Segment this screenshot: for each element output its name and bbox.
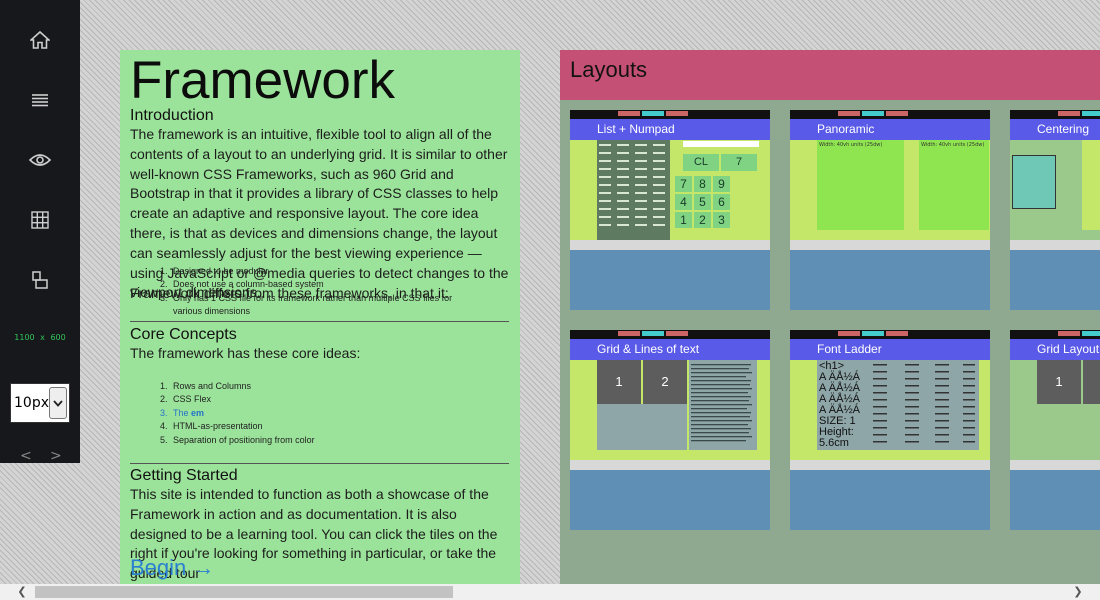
side-panel bbox=[1082, 140, 1100, 230]
home-icon[interactable] bbox=[20, 20, 60, 60]
tile-title: Panoramic bbox=[790, 119, 990, 140]
font-size-value: 10px bbox=[14, 395, 49, 411]
grid-cell bbox=[1083, 360, 1100, 404]
layout-icon[interactable] bbox=[20, 260, 60, 300]
numpad-key: 9 bbox=[713, 176, 730, 192]
tile-title: Font Ladder bbox=[790, 339, 990, 360]
numpad-display bbox=[683, 141, 759, 147]
numpad-key: 3 bbox=[713, 212, 730, 228]
numpad-key: 6 bbox=[713, 194, 730, 210]
tile-scrollbar bbox=[570, 460, 770, 470]
numpad-key: 4 bbox=[675, 194, 692, 210]
list-item: Separation of positioning from color bbox=[170, 434, 315, 447]
tile-toolbar bbox=[570, 330, 770, 339]
eye-icon[interactable] bbox=[20, 140, 60, 180]
begin-link[interactable]: Begin → bbox=[130, 555, 214, 581]
em-link[interactable]: em bbox=[191, 408, 204, 418]
numpad: CL 7 7 8 9 4 5 6 1 2 3 bbox=[675, 154, 759, 232]
core-text: The framework has these core ideas: bbox=[130, 345, 361, 361]
core-heading: Core Concepts bbox=[130, 326, 237, 343]
panel-preview: Width: 40vh units (25dw) bbox=[817, 140, 904, 230]
list-item: Only has 1 CSS file for its framework ra… bbox=[170, 292, 470, 319]
panel-preview: Width: 40vh units (25dw) bbox=[919, 140, 989, 230]
scrollbar-thumb[interactable] bbox=[35, 586, 453, 598]
intro-heading: Introduction bbox=[130, 107, 214, 124]
tile-scrollbar bbox=[790, 240, 990, 250]
framework-panel: Framework Introduction The framework is … bbox=[120, 50, 520, 585]
panel-label: Width: 40vh units (25dw) bbox=[921, 142, 985, 148]
tile-title: Centering bbox=[1010, 119, 1100, 140]
tile-centering[interactable]: Centering bbox=[1010, 110, 1100, 310]
numpad-key: 7 bbox=[675, 176, 692, 192]
prev-arrow[interactable]: < bbox=[20, 448, 32, 464]
tile-scrollbar bbox=[1010, 240, 1100, 250]
next-arrow[interactable]: > bbox=[50, 448, 62, 464]
grid-cell: 2 bbox=[643, 360, 687, 404]
numpad-key: 1 bbox=[675, 212, 692, 228]
tile-screen: CL 7 7 8 9 4 5 6 1 2 3 bbox=[570, 140, 770, 240]
layouts-title: Layouts bbox=[570, 57, 648, 82]
divider bbox=[130, 463, 509, 464]
grid-cell bbox=[597, 404, 687, 450]
horizontal-scrollbar[interactable]: ❮ ❯ bbox=[0, 584, 1100, 600]
scroll-left-arrow-icon[interactable]: ❮ bbox=[14, 584, 30, 600]
list-preview bbox=[597, 140, 670, 240]
tile-screen bbox=[1010, 140, 1100, 240]
tile-grid-lines[interactable]: Grid & Lines of text 1 2 bbox=[570, 330, 770, 530]
numpad-key: 2 bbox=[694, 212, 711, 228]
tile-title: Grid & Lines of text bbox=[570, 339, 770, 360]
font-size-select[interactable]: 10px bbox=[10, 383, 70, 423]
list-item-text: The bbox=[173, 407, 189, 418]
tile-toolbar bbox=[570, 110, 770, 119]
scroll-right-arrow-icon[interactable]: ❯ bbox=[1070, 584, 1086, 600]
numpad-key: 5 bbox=[694, 194, 711, 210]
tile-toolbar bbox=[1010, 110, 1100, 119]
tile-title: Grid Layout bbox=[1010, 339, 1100, 360]
tile-list-numpad[interactable]: List + Numpad CL 7 7 8 9 4 5 6 1 2 3 bbox=[570, 110, 770, 310]
tile-toolbar bbox=[790, 330, 990, 339]
grid-cell: 1 bbox=[1037, 360, 1081, 404]
core-list: Rows and Columns CSS Flex The em HTML-as… bbox=[170, 380, 315, 447]
list-item: Designed to be modular bbox=[170, 265, 470, 278]
list-item: Rows and Columns bbox=[170, 380, 315, 393]
list-item: CSS Flex bbox=[170, 393, 315, 406]
tile-scrollbar bbox=[1010, 460, 1100, 470]
menu-icon[interactable] bbox=[20, 80, 60, 120]
tile-screen: 1 2 bbox=[570, 360, 770, 460]
tile-scrollbar bbox=[790, 460, 990, 470]
tile-grid-layout[interactable]: Grid Layout 1 bbox=[1010, 330, 1100, 530]
tile-font-ladder[interactable]: Font Ladder <h1> A ÄÅ½Á A ÄÅ½Á A ÄÅ½Á A … bbox=[790, 330, 990, 530]
numpad-key: 8 bbox=[694, 176, 711, 192]
numpad-key: CL bbox=[683, 154, 719, 171]
tile-screen: 1 bbox=[1010, 360, 1100, 460]
numpad-key: 7 bbox=[721, 154, 757, 171]
divider bbox=[130, 321, 509, 322]
tile-title: List + Numpad bbox=[570, 119, 770, 140]
page-title: Framework bbox=[130, 51, 396, 110]
tile-screen: Width: 40vh units (25dw) Width: 40vh uni… bbox=[790, 140, 990, 240]
list-item: The em bbox=[170, 407, 315, 420]
centered-box bbox=[1012, 155, 1056, 209]
tile-screen: <h1> A ÄÅ½Á A ÄÅ½Á A ÄÅ½Á A ÄÅ½Á SIZE: 1… bbox=[790, 360, 990, 460]
tile-panoramic[interactable]: Panoramic Width: 40vh units (25dw) Width… bbox=[790, 110, 990, 310]
chevron-down-icon bbox=[49, 387, 67, 419]
text-lines-preview bbox=[689, 360, 757, 450]
sidebar: 1100 x 600 10px < > bbox=[0, 0, 80, 464]
tile-toolbar bbox=[1010, 330, 1100, 339]
grid-icon[interactable] bbox=[20, 200, 60, 240]
panel-label: Width: 40vh units (25dw) bbox=[819, 142, 883, 148]
viewport-dimensions: 1100 x 600 bbox=[14, 333, 66, 342]
tile-toolbar bbox=[790, 110, 990, 119]
getting-started-heading: Getting Started bbox=[130, 467, 238, 484]
list-item: Does not use a column-based system bbox=[170, 278, 470, 291]
grid-cell: 1 bbox=[597, 360, 641, 404]
layouts-panel: Layouts List + Numpad CL 7 7 8 9 4 5 6 1… bbox=[560, 50, 1100, 585]
layouts-header: Layouts bbox=[560, 50, 1100, 100]
list-item: HTML-as-presentation bbox=[170, 420, 315, 433]
tile-scrollbar bbox=[570, 240, 770, 250]
differs-list: Designed to be modular Does not use a co… bbox=[170, 265, 470, 319]
font-ladder-preview: <h1> A ÄÅ½Á A ÄÅ½Á A ÄÅ½Á A ÄÅ½Á SIZE: 1… bbox=[817, 360, 979, 450]
